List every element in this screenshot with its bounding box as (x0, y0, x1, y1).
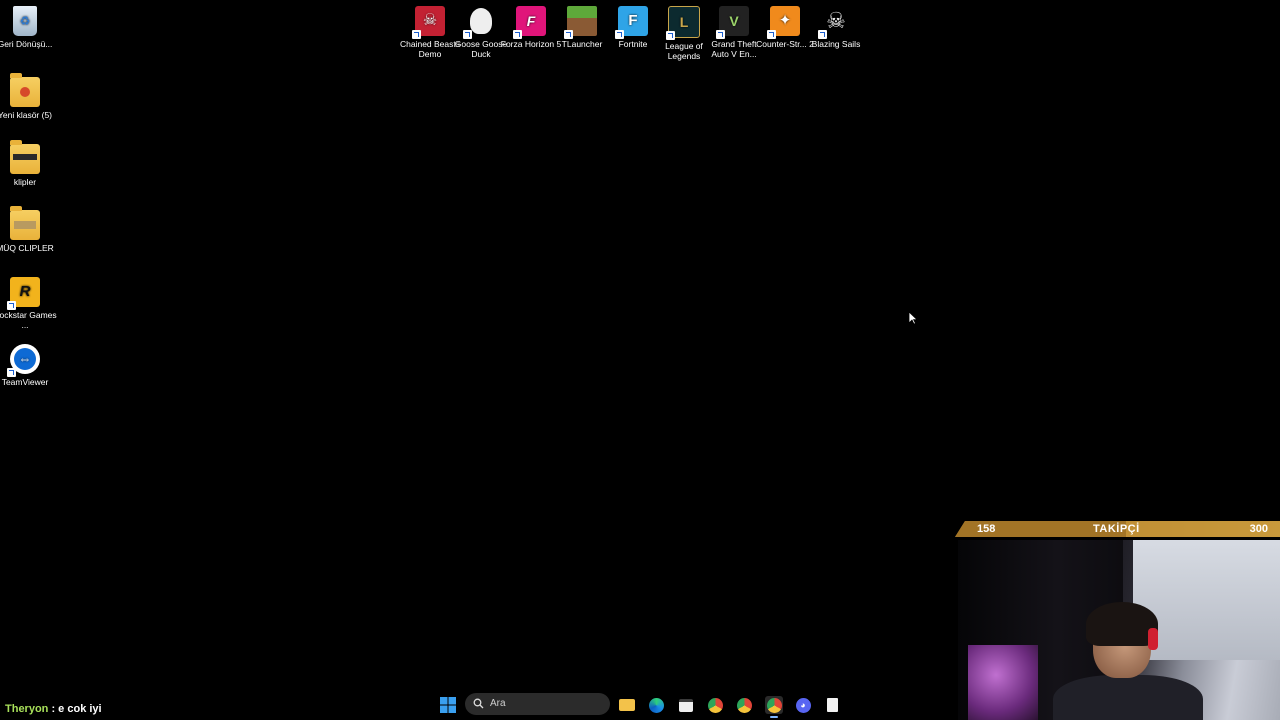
desktop-icon-label: klipler (13, 177, 37, 187)
folder-icon (10, 206, 40, 240)
follower-current-count: 158 (977, 523, 996, 535)
taskbar-edge[interactable] (647, 696, 665, 714)
shortcut-arrow-icon (666, 31, 675, 40)
headset (1148, 628, 1158, 650)
follower-goal-bar: 158 TAKİPÇİ 300 (955, 521, 1280, 537)
mouse-cursor-icon (908, 311, 918, 325)
folder-icon (10, 73, 40, 107)
desktop-icon-new-folder[interactable]: Yeni klasör (5) (0, 73, 57, 120)
document-icon (826, 698, 838, 712)
chat-username: Theryon (5, 703, 49, 715)
shortcut-arrow-icon (463, 30, 472, 39)
store-icon (679, 698, 693, 712)
desktop-icon-label: Geri Dönüşü... (0, 39, 53, 49)
league-icon: L (666, 6, 700, 40)
forza-icon: F (513, 6, 546, 39)
start-button[interactable] (439, 696, 457, 714)
counter-strike-icon: ✦ (767, 6, 800, 39)
taskbar-chrome-3[interactable] (765, 696, 783, 718)
shortcut-arrow-icon (716, 30, 725, 39)
shortcut-arrow-icon (7, 368, 16, 377)
chat-text: : e cok iyi (48, 703, 102, 715)
chrome-icon (736, 697, 752, 713)
edge-icon (648, 697, 664, 713)
folder-icon (10, 140, 40, 174)
desktop-icon-rockstar[interactable]: R Rockstar Games ... (0, 277, 57, 330)
search-placeholder: Ara (490, 698, 506, 709)
desktop-icon-blazing-sails[interactable]: ☠ Blazing Sails (804, 6, 868, 50)
chrome-icon (766, 697, 782, 713)
chat-message: Theryon : e cok iyi (5, 703, 102, 715)
rockstar-icon: R (7, 277, 40, 310)
discord-icon: ◕ (795, 697, 811, 713)
desktop-icon-label: Rockstar Games ... (0, 310, 57, 330)
webcam-overlay (958, 540, 1280, 720)
windows-logo-icon (440, 697, 456, 713)
chained-beasts-icon: ☠ (412, 6, 445, 39)
taskbar-store[interactable] (677, 696, 695, 714)
desktop-icon-muq-clipler[interactable]: MÜQ CLIPLER (0, 206, 57, 253)
desktop-icon-label: MÜQ CLIPLER (0, 243, 54, 253)
skull-crossbones-icon: ☠ (818, 6, 851, 39)
shortcut-arrow-icon (615, 30, 624, 39)
active-indicator (770, 716, 778, 718)
desktop-icon-label: TeamViewer (1, 377, 49, 387)
taskbar-chrome-2[interactable] (735, 696, 753, 714)
shortcut-arrow-icon (412, 30, 421, 39)
taskbar-notepad[interactable] (823, 696, 841, 714)
teamviewer-icon: ⇔ (7, 344, 40, 377)
shortcut-arrow-icon (513, 30, 522, 39)
taskbar-file-explorer[interactable] (618, 696, 636, 714)
taskbar-chrome-1[interactable] (706, 696, 724, 714)
shortcut-arrow-icon (564, 30, 573, 39)
microphone (968, 645, 1038, 720)
desktop-icon-klipler[interactable]: klipler (0, 140, 57, 187)
desktop-icon-teamviewer[interactable]: ⇔ TeamViewer (0, 344, 57, 387)
file-explorer-icon (619, 699, 635, 711)
fortnite-icon: F (615, 6, 648, 39)
grass-block-icon (564, 6, 597, 39)
gta-icon: V (716, 6, 749, 39)
desktop-icon-label: Yeni klasör (5) (0, 110, 53, 120)
goose-icon (463, 6, 496, 39)
search-icon (473, 698, 484, 709)
shortcut-arrow-icon (767, 30, 776, 39)
follower-goal-target: 300 (1249, 523, 1268, 535)
follower-goal-title: TAKİPÇİ (1093, 523, 1140, 535)
taskbar-search[interactable]: Ara (465, 693, 610, 715)
shortcut-arrow-icon (7, 301, 16, 310)
desktop-icon-label: Blazing Sails (811, 39, 861, 49)
recycle-bin-icon: ♻ (13, 6, 37, 36)
chrome-icon (707, 697, 723, 713)
taskbar-discord[interactable]: ◕ (794, 696, 812, 714)
desktop-icon-recycle-bin[interactable]: ♻ Geri Dönüşü... (0, 6, 57, 49)
shortcut-arrow-icon (818, 30, 827, 39)
